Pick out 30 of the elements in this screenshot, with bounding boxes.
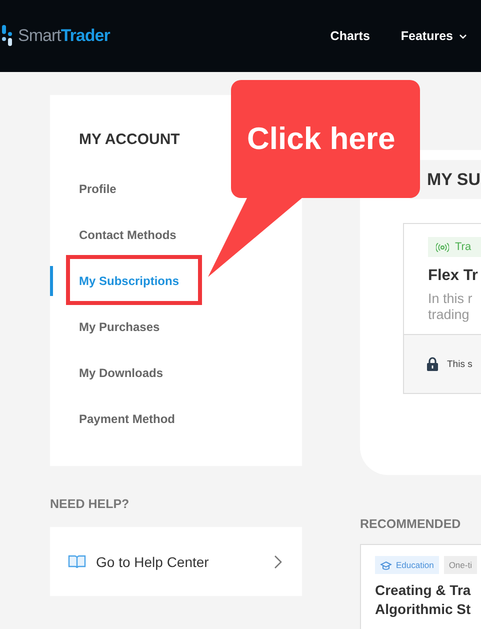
- logo-icon: [0, 25, 14, 47]
- help-center-link[interactable]: Go to Help Center: [50, 527, 302, 596]
- course-card[interactable]: Education One-ti Creating & Tra Algorithmic St: [360, 544, 481, 629]
- nav-link[interactable]: Features: [400, 29, 467, 43]
- signal-icon: [436, 242, 449, 252]
- course-title: Creating & Tra Algorithmic St: [375, 581, 472, 619]
- help-book-icon: [68, 554, 86, 570]
- subscription-status: This s: [447, 358, 472, 370]
- callout-text: Click here: [247, 121, 396, 157]
- menu-item[interactable]: My Purchases: [79, 320, 160, 334]
- brand-name[interactable]: SmartTrader: [18, 26, 110, 46]
- menu-item[interactable]: Contact Methods: [79, 228, 176, 242]
- nav-link[interactable]: Charts: [330, 29, 370, 43]
- chevron-right-icon: [274, 554, 282, 568]
- menu-item[interactable]: My Subscriptions: [79, 274, 180, 288]
- section-title: MY ACCOUNT: [79, 130, 180, 150]
- subscription-card[interactable]: Tra Flex Tr In this r trading This s: [403, 223, 481, 394]
- graduation-cap-icon: [380, 560, 392, 570]
- subscription-description: In this r trading: [428, 291, 474, 323]
- category-tag: Education: [375, 556, 439, 574]
- lock-icon: [427, 357, 438, 371]
- section-title: MY SU: [427, 170, 481, 190]
- menu-item[interactable]: My Downloads: [79, 366, 164, 380]
- menu-item[interactable]: Payment Method: [79, 412, 176, 426]
- menu-item[interactable]: Profile: [79, 182, 116, 196]
- subscription-name: Flex Tr: [428, 267, 479, 285]
- section-title: NEED HELP?: [50, 496, 130, 512]
- category-tag: Tra: [428, 237, 481, 257]
- type-tag: One-ti: [444, 556, 477, 574]
- section-title: RECOMMENDED: [360, 516, 462, 532]
